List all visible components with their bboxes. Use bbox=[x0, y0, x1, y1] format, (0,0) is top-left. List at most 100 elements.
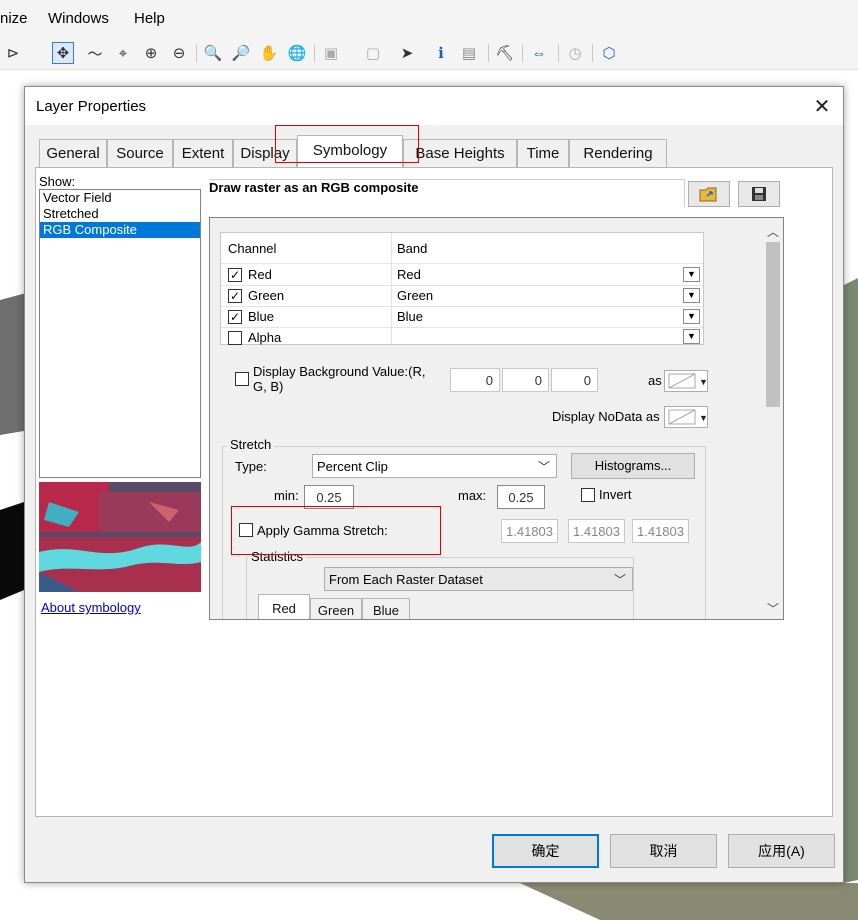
symbology-settings-pane: ︿ ﹀ Channel Band ✓ Red Red ▼ ✓ Green Gre… bbox=[209, 217, 784, 620]
red-band-dropdown-icon[interactable]: ▼ bbox=[683, 267, 700, 282]
alpha-channel-checkbox[interactable] bbox=[228, 331, 242, 345]
about-symbology-link[interactable]: About symbology bbox=[41, 600, 141, 615]
red-channel-label: Red bbox=[248, 267, 272, 282]
scrollbar-thumb[interactable] bbox=[766, 242, 780, 407]
show-item-stretched[interactable]: Stretched bbox=[40, 206, 200, 222]
channel-band-grid: Channel Band ✓ Red Red ▼ ✓ Green Green ▼… bbox=[220, 232, 704, 345]
find-icon[interactable]: ⛏ bbox=[494, 42, 516, 64]
open-folder-icon[interactable] bbox=[688, 181, 730, 207]
green-band-value[interactable]: Green bbox=[397, 288, 433, 303]
alpha-channel-label: Alpha bbox=[248, 330, 282, 345]
as-label: as bbox=[648, 373, 662, 388]
ok-button[interactable]: 确定 bbox=[492, 834, 599, 868]
red-band-value[interactable]: Red bbox=[397, 267, 421, 282]
tab-general[interactable]: General bbox=[39, 139, 107, 167]
background-r-field[interactable]: 0 bbox=[450, 368, 500, 392]
stretch-type-select[interactable]: Percent Clip ﹀ bbox=[312, 454, 557, 478]
swipe-icon[interactable]: 〜 bbox=[84, 42, 106, 64]
gamma-red-field[interactable]: 1.41803 bbox=[501, 519, 558, 543]
select-features-icon[interactable]: ⊳ bbox=[2, 42, 24, 64]
invert-checkbox[interactable] bbox=[581, 488, 595, 502]
chevron-down-icon: ﹀ bbox=[613, 573, 626, 587]
symbology-highlight bbox=[275, 125, 419, 163]
gamma-blue-field[interactable]: 1.41803 bbox=[632, 519, 689, 543]
green-band-dropdown-icon[interactable]: ▼ bbox=[683, 288, 700, 303]
histograms-button[interactable]: Histograms... bbox=[571, 453, 695, 479]
blue-channel-checkbox[interactable]: ✓ bbox=[228, 310, 242, 324]
chevron-down-icon: ﹀ bbox=[537, 460, 550, 474]
svg-text:▼: ▼ bbox=[699, 377, 707, 387]
show-list: Vector Field Stretched RGB Composite bbox=[39, 189, 201, 478]
blue-channel-label: Blue bbox=[248, 309, 275, 324]
html-popup-icon[interactable]: ▤ bbox=[458, 42, 480, 64]
green-channel-label: Green bbox=[248, 288, 285, 303]
statistics-source-select[interactable]: From Each Raster Dataset ﹀ bbox=[324, 567, 633, 591]
select-elements-icon[interactable]: ▣ bbox=[320, 42, 342, 64]
dialog-titlebar: Layer Properties ✕ bbox=[25, 87, 843, 125]
stretch-group-label: Stretch bbox=[227, 437, 275, 452]
renderer-heading: Draw raster as an RGB composite bbox=[209, 180, 419, 195]
green-channel-checkbox[interactable]: ✓ bbox=[228, 289, 242, 303]
zoom-in-icon[interactable]: 🔍 bbox=[202, 42, 224, 64]
tools-toolbar: ⊳ ✥ 〜 ⌖ ⊕ ⊖ 🔍 🔎 ✋ 🌐 ▣ ▢ ➤ ℹ ▤ ⛏ ⇔ ◷ ⬡ bbox=[0, 36, 858, 70]
blue-band-dropdown-icon[interactable]: ▼ bbox=[683, 309, 700, 324]
show-item-vector-field[interactable]: Vector Field bbox=[40, 190, 200, 206]
stats-tab-green[interactable]: Green bbox=[310, 598, 362, 619]
background-b-field[interactable]: 0 bbox=[551, 368, 598, 392]
symbology-preview-image bbox=[39, 482, 201, 592]
channel-header: Channel bbox=[228, 241, 277, 256]
max-label: max: bbox=[458, 488, 487, 503]
gamma-stretch-highlight bbox=[231, 506, 441, 555]
background-color-button[interactable]: ▼ bbox=[664, 370, 708, 392]
background-value-label: Display Background Value:(R, G, B) bbox=[253, 364, 426, 394]
globe-icon[interactable]: 🌐 bbox=[286, 42, 308, 64]
pan-icon[interactable]: ✥ bbox=[52, 42, 74, 64]
max-field[interactable]: 0.25 bbox=[497, 485, 545, 509]
stretch-type-label: Type: bbox=[235, 459, 267, 474]
tab-base-heights[interactable]: Base Heights bbox=[403, 139, 517, 167]
nodata-color-button[interactable]: ▼ bbox=[664, 406, 708, 428]
show-label: Show: bbox=[39, 174, 76, 189]
red-channel-checkbox[interactable]: ✓ bbox=[228, 268, 242, 282]
layer-properties-dialog: Layer Properties ✕ General Source Extent… bbox=[24, 86, 844, 883]
viewer-icon[interactable]: ⬡ bbox=[598, 42, 620, 64]
menu-bar: nize Windows Help bbox=[0, 0, 858, 36]
tab-source[interactable]: Source bbox=[107, 139, 173, 167]
time-slider-icon[interactable]: ◷ bbox=[564, 42, 586, 64]
pointer-icon[interactable]: ➤ bbox=[396, 42, 418, 64]
blue-band-value[interactable]: Blue bbox=[397, 309, 423, 324]
stats-tab-blue[interactable]: Blue bbox=[362, 598, 410, 619]
fixed-zoom-in-icon[interactable]: ⊕ bbox=[140, 42, 162, 64]
save-icon[interactable] bbox=[738, 181, 780, 207]
menu-customize[interactable]: nize bbox=[0, 10, 28, 27]
tab-extent[interactable]: Extent bbox=[173, 139, 233, 167]
fixed-zoom-out-icon[interactable]: ⊖ bbox=[168, 42, 190, 64]
invert-label: Invert bbox=[599, 487, 632, 502]
tab-time[interactable]: Time bbox=[517, 139, 569, 167]
show-item-rgb-composite[interactable]: RGB Composite bbox=[40, 222, 200, 238]
vertical-scrollbar[interactable]: ︿ ﹀ bbox=[763, 218, 783, 619]
statistics-source-value: From Each Raster Dataset bbox=[329, 572, 483, 587]
full-extent-icon[interactable]: ⌖ bbox=[112, 42, 134, 64]
nodata-label: Display NoData as bbox=[552, 409, 660, 424]
zoom-out-icon[interactable]: 🔎 bbox=[230, 42, 252, 64]
band-header: Band bbox=[397, 241, 428, 256]
tab-rendering[interactable]: Rendering bbox=[569, 139, 667, 167]
measure-icon[interactable]: ⇔ bbox=[528, 42, 550, 64]
background-value-checkbox[interactable] bbox=[235, 372, 249, 386]
scroll-up-icon[interactable]: ︿ bbox=[763, 223, 783, 240]
alpha-band-dropdown-icon[interactable]: ▼ bbox=[683, 329, 700, 344]
close-icon[interactable]: ✕ bbox=[811, 95, 833, 118]
menu-windows[interactable]: Windows bbox=[48, 10, 109, 27]
cancel-button[interactable]: 取消 bbox=[610, 834, 717, 868]
hand-icon[interactable]: ✋ bbox=[258, 42, 280, 64]
stats-tab-red[interactable]: Red bbox=[258, 594, 310, 619]
min-label: min: bbox=[274, 488, 299, 503]
background-g-field[interactable]: 0 bbox=[502, 368, 549, 392]
apply-button[interactable]: 应用(A) bbox=[728, 834, 835, 868]
scroll-down-icon[interactable]: ﹀ bbox=[763, 600, 783, 617]
gamma-green-field[interactable]: 1.41803 bbox=[568, 519, 625, 543]
page-icon[interactable]: ▢ bbox=[362, 42, 384, 64]
menu-help[interactable]: Help bbox=[134, 10, 165, 27]
identify-icon[interactable]: ℹ bbox=[430, 42, 452, 64]
